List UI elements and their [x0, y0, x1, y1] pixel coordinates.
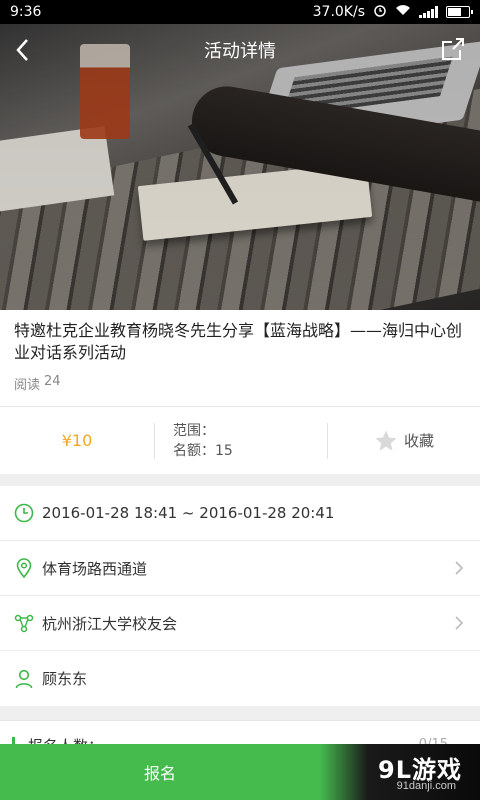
share-button[interactable] [440, 36, 468, 64]
chevron-right-icon [455, 616, 464, 630]
star-icon [375, 430, 397, 451]
page-title: 活动详情 [204, 41, 276, 62]
event-organizer-row[interactable]: 杭州浙江大学校友会 [0, 596, 480, 651]
favorite-button[interactable]: 收藏 [328, 419, 480, 463]
organization-icon [14, 613, 34, 633]
share-icon [442, 38, 464, 60]
event-location: 体育场路西通道 [42, 559, 148, 578]
location-pin-icon [14, 558, 34, 578]
alarm-icon [373, 3, 387, 21]
clock-icon [14, 503, 34, 523]
range-label: 范围： [173, 422, 215, 439]
read-value: 24 [44, 374, 61, 389]
wifi-icon [395, 4, 411, 20]
event-contact-row: 顾东东 [0, 651, 480, 706]
signup-button[interactable]: 报名 [0, 760, 320, 784]
quota-value: 15 [215, 442, 233, 459]
price: ¥10 [61, 431, 93, 450]
watermark: 9L游戏 91danji.com [320, 744, 480, 800]
watermark-url: 91danji.com [396, 780, 456, 792]
back-button[interactable] [4, 32, 40, 68]
battery-icon [446, 6, 473, 18]
range-quota: 范围： 名额：15 [155, 419, 327, 463]
event-stats: ¥10 范围： 名额：15 收藏 [0, 406, 480, 474]
network-speed: 37.0K/s [312, 4, 365, 20]
range-row: 范围： [173, 421, 215, 441]
event-organizer: 杭州浙江大学校友会 [42, 614, 178, 633]
event-contact: 顾东东 [42, 670, 88, 688]
event-title: 特邀杜克企业教育杨晓冬先生分享【蓝海战略】——海归中心创业对话系列活动 [14, 321, 463, 362]
event-time: 2016-01-28 18:41 ~ 2016-01-28 20:41 [42, 504, 335, 522]
chevron-right-icon [455, 561, 464, 575]
event-time-row: 2016-01-28 18:41 ~ 2016-01-28 20:41 [0, 486, 480, 541]
read-count: 阅读 24 [14, 374, 466, 393]
status-time: 9:36 [10, 4, 42, 20]
top-nav-bar: 活动详情 [0, 24, 480, 76]
quota-label: 名额： [173, 442, 215, 459]
status-bar: 9:36 37.0K/s [0, 0, 480, 24]
signal-icon [419, 6, 438, 18]
favorite-label: 收藏 [403, 432, 434, 450]
read-label: 阅读 [14, 378, 41, 393]
event-info: 特邀杜克企业教育杨晓冬先生分享【蓝海战略】——海归中心创业对话系列活动 阅读 2… [0, 310, 480, 406]
quota-row: 名额：15 [173, 441, 233, 461]
back-arrow-icon [16, 39, 28, 61]
person-icon [14, 669, 34, 689]
bottom-action-bar: 报名 9L游戏 91danji.com [0, 744, 480, 800]
event-location-row[interactable]: 体育场路西通道 [0, 541, 480, 596]
event-details-list: 2016-01-28 18:41 ~ 2016-01-28 20:41 体育场路… [0, 486, 480, 706]
